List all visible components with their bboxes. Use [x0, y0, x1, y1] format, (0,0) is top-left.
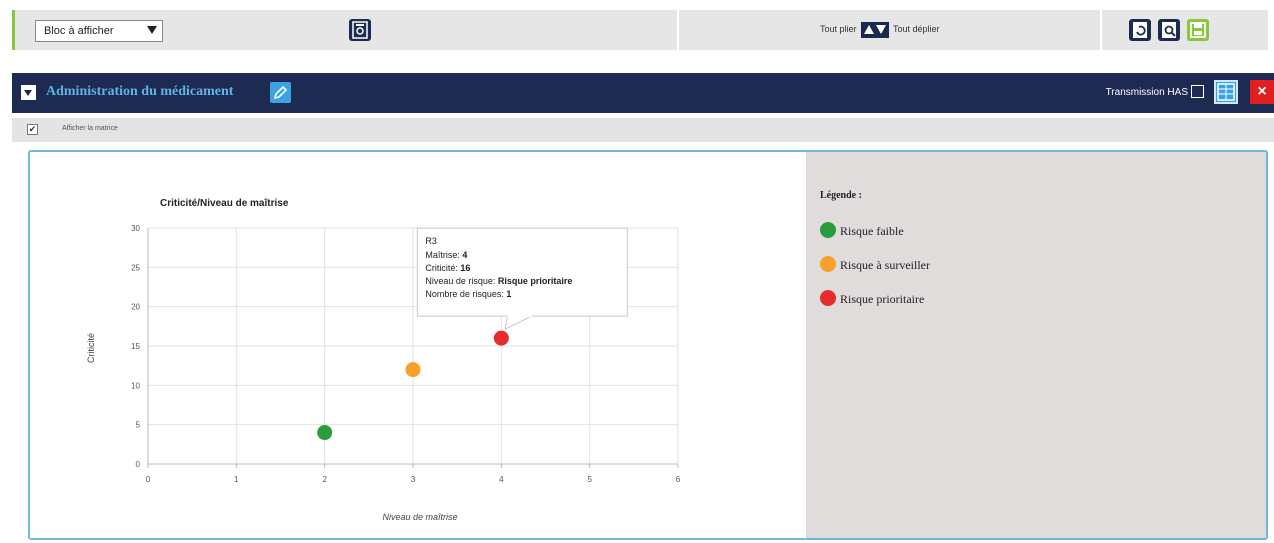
section-title: Administration du médicament	[46, 84, 234, 99]
section-header: Administration du médicament Transmissio…	[12, 73, 1274, 113]
edit-section-button[interactable]	[270, 82, 291, 103]
x-tick-label: 1	[234, 475, 239, 484]
green-dot-icon	[820, 222, 836, 238]
save-icon[interactable]	[1187, 19, 1209, 41]
x-axis-label: Niveau de maîtrise	[382, 512, 457, 522]
scatter-chart: Criticité/Niveau de maîtrise Niveau de m…	[86, 198, 681, 522]
y-tick-label: 30	[131, 224, 140, 233]
chart-tooltip: R3 Maîtrise: 4 Criticité: 16 Niveau de risq…	[416, 227, 628, 331]
tooltip-line: Niveau de risque: Risque prioritaire	[425, 276, 572, 286]
tooltip-line: Criticité: 16	[425, 263, 470, 273]
matrix-toggle-bar: ✔ Afficher la matrice	[12, 118, 1274, 142]
data-point	[317, 425, 333, 441]
collapse-section-button[interactable]	[21, 85, 36, 100]
show-matrix-label: Afficher la matrice	[62, 125, 118, 132]
legend-panel: Légende : Risque faible Risque à surveil…	[806, 152, 1266, 538]
red-dot-icon	[820, 290, 836, 306]
bloc-select[interactable]: Bloc à afficher	[35, 20, 163, 42]
legend-title: Légende :	[820, 190, 862, 201]
transmission-checkbox[interactable]	[1191, 85, 1204, 98]
data-point	[493, 330, 509, 346]
data-point	[405, 362, 421, 378]
tooltip-pointer	[504, 315, 532, 331]
legend-label: Risque prioritaire	[840, 292, 925, 306]
x-tick-label: 4	[499, 475, 504, 484]
edit-icon	[273, 85, 288, 100]
chart-area: Criticité/Niveau de maîtrise Niveau de m…	[30, 152, 806, 538]
legend-label: Risque faible	[840, 224, 904, 238]
x-tick-label: 5	[587, 475, 592, 484]
y-tick-label: 0	[136, 460, 141, 469]
x-tick-label: 6	[676, 475, 681, 484]
fold-all-link[interactable]: Tout plier	[820, 24, 857, 34]
matrix-panel: Criticité/Niveau de maîtrise Niveau de m…	[28, 150, 1268, 540]
tooltip-line: Nombre de risques: 1	[425, 289, 511, 299]
toolbar-middle-segment: Tout plier Tout déplier	[677, 10, 1100, 50]
print-settings-icon[interactable]	[349, 19, 371, 41]
chevron-down-icon	[147, 26, 157, 34]
bloc-select-value: Bloc à afficher	[44, 25, 114, 37]
x-tick-label: 2	[322, 475, 327, 484]
y-tick-label: 15	[131, 342, 140, 351]
refresh-document-icon[interactable]	[1129, 19, 1151, 41]
chart-title: Criticité/Niveau de maîtrise	[160, 198, 289, 209]
show-matrix-checkbox[interactable]: ✔	[27, 124, 38, 135]
unfold-all-link[interactable]: Tout déplier	[893, 24, 940, 34]
fold-unfold-button[interactable]	[861, 22, 889, 38]
y-tick-label: 5	[136, 421, 141, 430]
y-tick-label: 10	[131, 381, 140, 390]
tooltip-title: R3	[425, 236, 437, 246]
arrow-down-icon	[876, 25, 886, 34]
preview-document-icon[interactable]	[1158, 19, 1180, 41]
close-section-button[interactable]: ×	[1250, 80, 1274, 104]
x-tick-label: 0	[146, 475, 151, 484]
legend-label: Risque à surveiller	[840, 258, 930, 272]
arrow-up-icon	[864, 25, 874, 34]
y-axis-label: Criticité	[86, 333, 96, 363]
grid-view-button[interactable]	[1214, 80, 1238, 104]
top-toolbar: Bloc à afficher Tout plier Tout déplier	[12, 10, 1268, 50]
orange-dot-icon	[820, 256, 836, 272]
x-tick-label: 3	[411, 475, 416, 484]
grid-icon	[1217, 83, 1235, 101]
y-tick-label: 20	[131, 303, 140, 312]
tooltip-line: Maîtrise: 4	[425, 250, 467, 260]
toolbar-right-segment	[1100, 10, 1268, 50]
y-tick-label: 25	[131, 263, 140, 272]
transmission-label: Transmission HAS	[1105, 87, 1188, 98]
toolbar-left-segment: Bloc à afficher	[12, 10, 677, 50]
app-root: Bloc à afficher Tout plier Tout déplier	[0, 0, 1274, 543]
